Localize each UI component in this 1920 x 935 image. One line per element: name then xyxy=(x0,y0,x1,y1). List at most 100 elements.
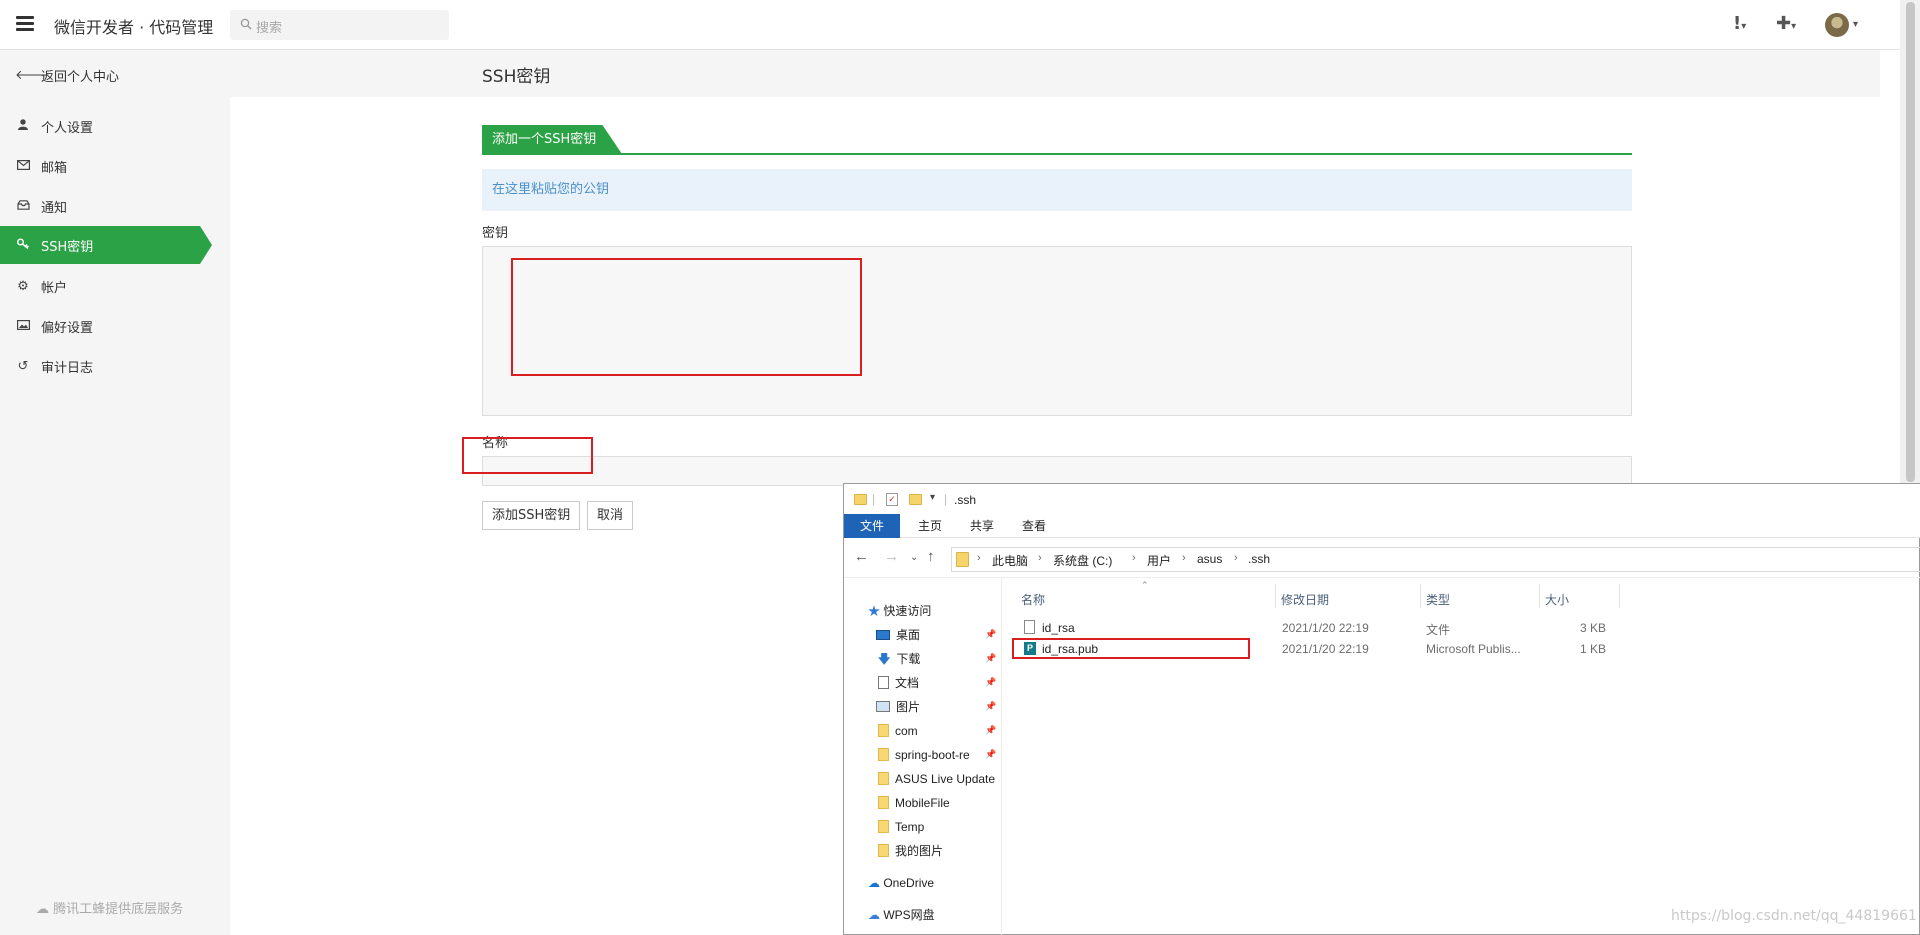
customize-toolbar-icon[interactable]: ▾ xyxy=(930,492,935,503)
nav-label: 图片 xyxy=(896,700,921,714)
pin-icon: 📌 xyxy=(985,725,997,735)
folder-icon xyxy=(854,494,867,505)
folder-icon xyxy=(878,820,889,833)
ribbon-tab-home[interactable]: 主页 xyxy=(910,514,950,538)
column-header-type[interactable]: 类型 xyxy=(1426,591,1450,608)
file-size: 3 KB xyxy=(1580,621,1607,635)
sidebar-item-account[interactable]: ⚙ 帐户 xyxy=(0,267,230,305)
column-header-size[interactable]: 大小 xyxy=(1545,591,1569,608)
column-header-name[interactable]: 名称 xyxy=(1021,591,1045,608)
sidebar-item-email[interactable]: 邮箱 xyxy=(0,147,230,185)
highlight-box-key xyxy=(511,258,862,376)
properties-icon[interactable]: ✓ xyxy=(886,493,898,506)
column-divider[interactable] xyxy=(1619,584,1620,608)
folder-icon xyxy=(956,552,969,567)
breadcrumb-this-pc[interactable]: 此电脑 xyxy=(992,552,1028,569)
nav-label: Temp xyxy=(895,820,925,834)
column-divider[interactable] xyxy=(1275,584,1276,608)
nav-folder-spring-boot[interactable]: spring-boot-re xyxy=(878,745,970,765)
app-title[interactable]: 微信开发者 · 代码管理 xyxy=(54,14,213,38)
highlight-box-name xyxy=(462,437,593,474)
sidebar-item-notifications[interactable]: 通知 xyxy=(0,187,230,225)
tab-underline xyxy=(482,153,1632,155)
folder-icon xyxy=(878,844,889,857)
nav-label: 我的图片 xyxy=(895,844,944,858)
back-arrow-icon[interactable]: ← xyxy=(854,548,869,565)
pin-icon: 📌 xyxy=(985,653,997,663)
breadcrumb-users[interactable]: 用户 xyxy=(1147,552,1171,569)
back-label: 返回个人中心 xyxy=(41,69,120,85)
nav-quick-access[interactable]: ★ 快速访问 xyxy=(868,601,931,621)
sidebar-item-audit-log[interactable]: ↺ 审计日志 xyxy=(0,347,230,385)
nav-folder-my-pictures[interactable]: 我的图片 xyxy=(878,841,943,861)
search-icon xyxy=(240,18,252,30)
ribbon-tab-view[interactable]: 查看 xyxy=(1014,514,1054,538)
avatar[interactable] xyxy=(1825,13,1849,37)
footer-service-note: ☁ 腾讯工蜂提供底层服务 xyxy=(36,898,183,917)
breadcrumb-system-drive[interactable]: 系统盘 (C:) xyxy=(1053,552,1112,569)
nav-wps-drive[interactable]: ☁ WPS网盘 xyxy=(868,905,935,925)
plus-icon[interactable]: ✚▾ xyxy=(1776,13,1796,34)
image-icon xyxy=(15,319,31,334)
cancel-button[interactable]: 取消 xyxy=(587,501,634,530)
explorer-title-bar xyxy=(844,484,1920,514)
menu-icon[interactable] xyxy=(16,16,34,31)
ribbon-tabs: 文件 主页 共享 查看 xyxy=(844,514,1920,538)
column-header-date[interactable]: 修改日期 xyxy=(1281,591,1329,608)
sidebar-item-ssh-keys[interactable]: SSH密钥 xyxy=(0,226,212,264)
nav-label: 桌面 xyxy=(896,628,921,642)
sidebar-item-label: 偏好设置 xyxy=(41,320,94,336)
up-arrow-icon[interactable]: ↑ xyxy=(927,548,935,565)
sidebar-item-profile[interactable]: 个人设置 xyxy=(0,107,230,145)
back-to-profile-link[interactable]: 🡐 返回个人中心 xyxy=(0,56,230,94)
column-divider[interactable] xyxy=(1420,584,1421,608)
sidebar-item-label: 帐户 xyxy=(41,280,68,296)
inbox-icon xyxy=(15,199,31,214)
nav-folder-asus-live-update[interactable]: ASUS Live Update xyxy=(878,769,995,789)
breadcrumb-asus[interactable]: asus xyxy=(1187,552,1222,566)
nav-label: spring-boot-re xyxy=(895,748,970,762)
folder-icon xyxy=(878,748,889,761)
nav-onedrive[interactable]: ☁ OneDrive xyxy=(868,873,934,893)
file-date: 2021/1/20 22:19 xyxy=(1282,621,1369,635)
desktop-icon xyxy=(876,630,890,640)
scrollbar-thumb[interactable] xyxy=(1906,2,1915,482)
name-input[interactable] xyxy=(482,456,1632,486)
breadcrumb-separator-icon: › xyxy=(977,552,981,564)
nav-folder-mobilefile[interactable]: MobileFile xyxy=(878,793,950,813)
nav-pictures[interactable]: 图片 xyxy=(876,697,920,717)
nav-documents[interactable]: 文档 xyxy=(876,673,919,693)
gear-icon: ⚙ xyxy=(17,278,29,294)
recent-locations-icon[interactable]: ⌄ xyxy=(910,552,918,563)
add-ssh-key-button[interactable]: 添加SSH密钥 xyxy=(482,501,581,530)
folder-icon xyxy=(878,796,889,809)
nav-downloads[interactable]: 🡇 下载 xyxy=(876,649,920,669)
key-field-label: 密钥 xyxy=(482,226,509,241)
new-folder-icon[interactable] xyxy=(909,494,922,505)
nav-label: 下载 xyxy=(896,652,921,666)
nav-folder-com[interactable]: com xyxy=(878,721,918,741)
envelope-icon xyxy=(15,159,31,174)
chevron-down-icon: ▾ xyxy=(1791,21,1797,32)
pin-icon: 📌 xyxy=(985,677,997,687)
sidebar-item-preferences[interactable]: 偏好设置 xyxy=(0,307,230,345)
nav-label: com xyxy=(895,724,918,738)
history-icon: ↺ xyxy=(17,358,29,374)
divider: | xyxy=(872,492,876,506)
column-divider[interactable] xyxy=(1539,584,1540,608)
forward-arrow-icon[interactable]: → xyxy=(884,548,899,565)
pin-icon: 📌 xyxy=(985,749,997,759)
sidebar-item-label: 审计日志 xyxy=(41,360,94,376)
alert-icon[interactable]: !▾ xyxy=(1733,13,1746,34)
chevron-down-icon[interactable]: ▾ xyxy=(1853,19,1858,30)
ribbon-tab-file[interactable]: 文件 xyxy=(844,514,900,538)
file-explorer-window: | ✓ ▾ | .ssh 文件 主页 共享 查看 ← → ⌄ ↑ › 此电脑 ›… xyxy=(843,483,1920,935)
nav-folder-temp[interactable]: Temp xyxy=(878,817,924,837)
tab-add-ssh-key[interactable]: 添加一个SSH密钥 xyxy=(482,125,622,154)
cloud-icon: ☁ xyxy=(868,876,884,890)
breadcrumb-ssh[interactable]: .ssh xyxy=(1248,552,1270,566)
sidebar: 🡐 返回个人中心 个人设置 邮箱 通知 SSH密钥 ⚙ 帐户 偏好设置 ↺ 审计… xyxy=(0,50,230,935)
nav-desktop[interactable]: 桌面 xyxy=(876,625,920,645)
ribbon-tab-share[interactable]: 共享 xyxy=(962,514,1002,538)
sort-ascending-icon: ⌃ xyxy=(1141,580,1149,590)
